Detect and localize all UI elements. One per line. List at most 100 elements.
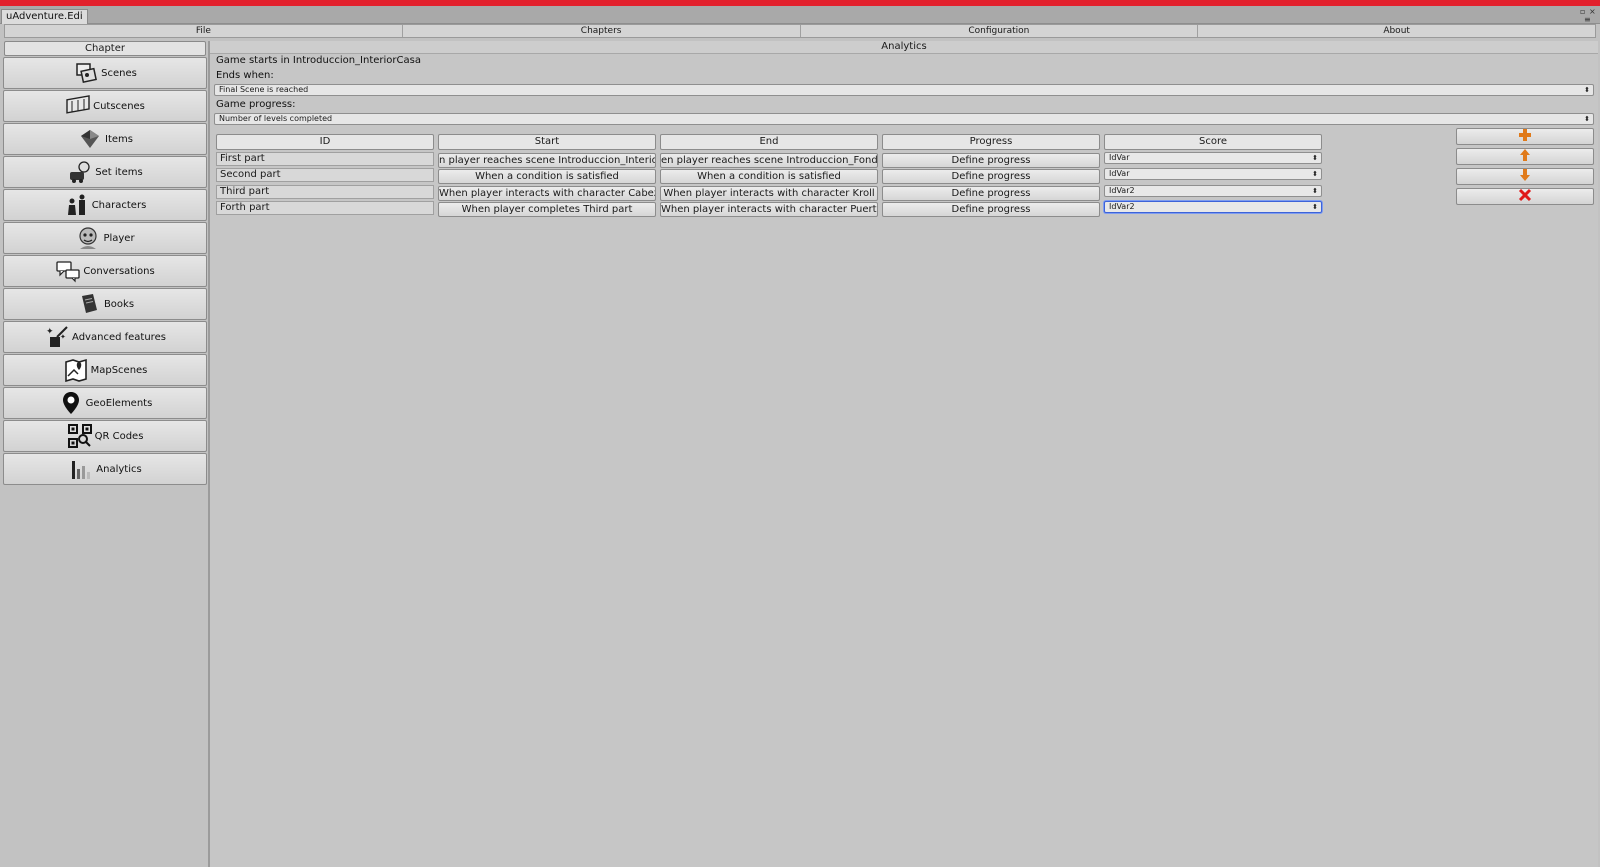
- define-progress-button[interactable]: Define progress: [882, 169, 1100, 184]
- sidebar-item-books[interactable]: Books: [3, 288, 207, 320]
- game-progress-dropdown[interactable]: Number of levels completed ⬍: [214, 113, 1594, 125]
- delete-part-button[interactable]: [1456, 188, 1594, 205]
- svg-text:✦: ✦: [60, 333, 66, 341]
- dropdown-arrow-icon: ⬍: [1312, 170, 1318, 178]
- window-tab-row: uAdventure.Edi ▫ × ≡: [0, 6, 1600, 24]
- plus-icon: [1518, 128, 1532, 145]
- scenes-icon: [73, 60, 99, 86]
- dropdown-arrow-icon: ⬍: [1312, 154, 1318, 162]
- editor-tab[interactable]: uAdventure.Edi: [1, 9, 88, 24]
- score-select[interactable]: IdVar2 ⬍: [1104, 185, 1322, 197]
- row-start-button[interactable]: n player reaches scene Introduccion_Inte…: [438, 153, 656, 168]
- column-header-start: Start: [438, 134, 656, 150]
- sidebar-item-label: MapScenes: [90, 364, 148, 376]
- sidebar-item-scenes[interactable]: Scenes: [3, 57, 207, 89]
- sidebar-item-label: Items: [105, 133, 133, 145]
- define-progress-button[interactable]: Define progress: [882, 186, 1100, 201]
- sidebar-item-conversations[interactable]: Conversations: [3, 255, 207, 287]
- sidebar-item-label: Characters: [91, 199, 147, 211]
- dropdown-arrow-icon: ⬍: [1584, 86, 1590, 94]
- dropdown-arrow-icon: ⬍: [1312, 203, 1318, 211]
- sidebar-item-label: QR Codes: [94, 430, 144, 442]
- sidebar-item-player[interactable]: Player: [3, 222, 207, 254]
- row-id-field[interactable]: Second part: [216, 168, 434, 182]
- menu-about[interactable]: About: [1198, 25, 1595, 37]
- tab-menu-icon[interactable]: ≡: [1584, 16, 1591, 24]
- map-icon: [63, 357, 89, 383]
- chapter-header[interactable]: Chapter: [4, 41, 206, 56]
- row-id-field[interactable]: Forth part: [216, 201, 434, 215]
- menu-configuration[interactable]: Configuration: [801, 25, 1199, 37]
- row-id-field[interactable]: First part: [216, 152, 434, 166]
- score-value: IdVar2: [1109, 202, 1135, 211]
- characters-icon: [64, 192, 90, 218]
- analytics-icon: [68, 456, 94, 482]
- sidebar-item-qr-codes[interactable]: QR Codes: [3, 420, 207, 452]
- items-icon: [77, 126, 103, 152]
- analytics-panel: Analytics Game starts in Introduccion_In…: [210, 41, 1598, 867]
- row-start-button[interactable]: When a condition is satisfied: [438, 169, 656, 184]
- row-start-button[interactable]: When player interacts with character Cab…: [438, 186, 656, 201]
- game-progress-label: Game progress:: [216, 99, 296, 110]
- sidebar-item-set-items[interactable]: Set items: [3, 156, 207, 188]
- arrow-down-icon: [1518, 168, 1532, 185]
- row-start-button[interactable]: When player completes Third part: [438, 202, 656, 217]
- sidebar-item-label: GeoElements: [85, 397, 153, 409]
- sidebar-item-label: Analytics: [96, 463, 142, 475]
- sidebar-item-label: Player: [103, 232, 135, 244]
- dropdown-arrow-icon: ⬍: [1584, 115, 1590, 123]
- ends-when-label: Ends when:: [216, 70, 274, 81]
- row-end-button[interactable]: When player interacts with character Pue…: [660, 202, 878, 217]
- define-progress-button[interactable]: Define progress: [882, 153, 1100, 168]
- define-progress-button[interactable]: Define progress: [882, 202, 1100, 217]
- sidebar-item-cutscenes[interactable]: Cutscenes: [3, 90, 207, 122]
- score-select[interactable]: IdVar2 ⬍: [1104, 201, 1322, 213]
- menu-file[interactable]: File: [5, 25, 403, 37]
- column-header-score: Score: [1104, 134, 1322, 150]
- page-title: Analytics: [210, 41, 1598, 54]
- set-items-icon: [67, 159, 93, 185]
- add-part-button[interactable]: [1456, 128, 1594, 145]
- ends-when-value: Final Scene is reached: [219, 85, 309, 94]
- ends-when-dropdown[interactable]: Final Scene is reached ⬍: [214, 84, 1594, 96]
- column-header-id: ID: [216, 134, 434, 150]
- sidebar-item-analytics[interactable]: Analytics: [3, 453, 207, 485]
- advanced-features-icon: ✦ ✦: [44, 324, 70, 350]
- delete-icon: [1518, 188, 1532, 205]
- row-end-button[interactable]: When player interacts with character Kro…: [660, 186, 878, 201]
- game-progress-value: Number of levels completed: [219, 114, 333, 123]
- move-up-button[interactable]: [1456, 148, 1594, 165]
- sidebar-item-label: Conversations: [83, 265, 155, 277]
- sidebar-item-label: Cutscenes: [93, 100, 145, 112]
- cutscenes-icon: [65, 93, 91, 119]
- sidebar-item-geoelements[interactable]: GeoElements: [3, 387, 207, 419]
- sidebar-item-advanced-features[interactable]: ✦ ✦ Advanced features: [3, 321, 207, 353]
- dropdown-arrow-icon: ⬍: [1312, 187, 1318, 195]
- geo-pin-icon: [58, 390, 84, 416]
- sidebar-item-label: Set items: [95, 166, 143, 178]
- score-select[interactable]: IdVar ⬍: [1104, 152, 1322, 164]
- column-header-end: End: [660, 134, 878, 150]
- qr-code-icon: [67, 423, 93, 449]
- sidebar-item-label: Advanced features: [72, 331, 166, 343]
- row-end-button[interactable]: When a condition is satisfied: [660, 169, 878, 184]
- column-header-progress: Progress: [882, 134, 1100, 150]
- sidebar-item-characters[interactable]: Characters: [3, 189, 207, 221]
- player-icon: [75, 225, 101, 251]
- conversations-icon: [55, 258, 81, 284]
- score-value: IdVar2: [1109, 186, 1135, 195]
- svg-text:✦: ✦: [46, 327, 54, 337]
- sidebar: Chapter Scenes Cutscenes Items Set items…: [3, 41, 207, 867]
- row-end-button[interactable]: en player reaches scene Introduccion_Fon…: [660, 153, 878, 168]
- game-starts-text: Game starts in Introduccion_InteriorCasa: [216, 55, 421, 66]
- row-id-field[interactable]: Third part: [216, 185, 434, 199]
- sidebar-item-items[interactable]: Items: [3, 123, 207, 155]
- sidebar-item-label: Scenes: [101, 67, 137, 79]
- sidebar-item-mapscenes[interactable]: MapScenes: [3, 354, 207, 386]
- score-select[interactable]: IdVar ⬍: [1104, 168, 1322, 180]
- score-value: IdVar: [1109, 153, 1130, 162]
- menu-bar: File Chapters Configuration About: [4, 24, 1596, 38]
- menu-chapters[interactable]: Chapters: [403, 25, 801, 37]
- books-icon: [76, 291, 102, 317]
- move-down-button[interactable]: [1456, 168, 1594, 185]
